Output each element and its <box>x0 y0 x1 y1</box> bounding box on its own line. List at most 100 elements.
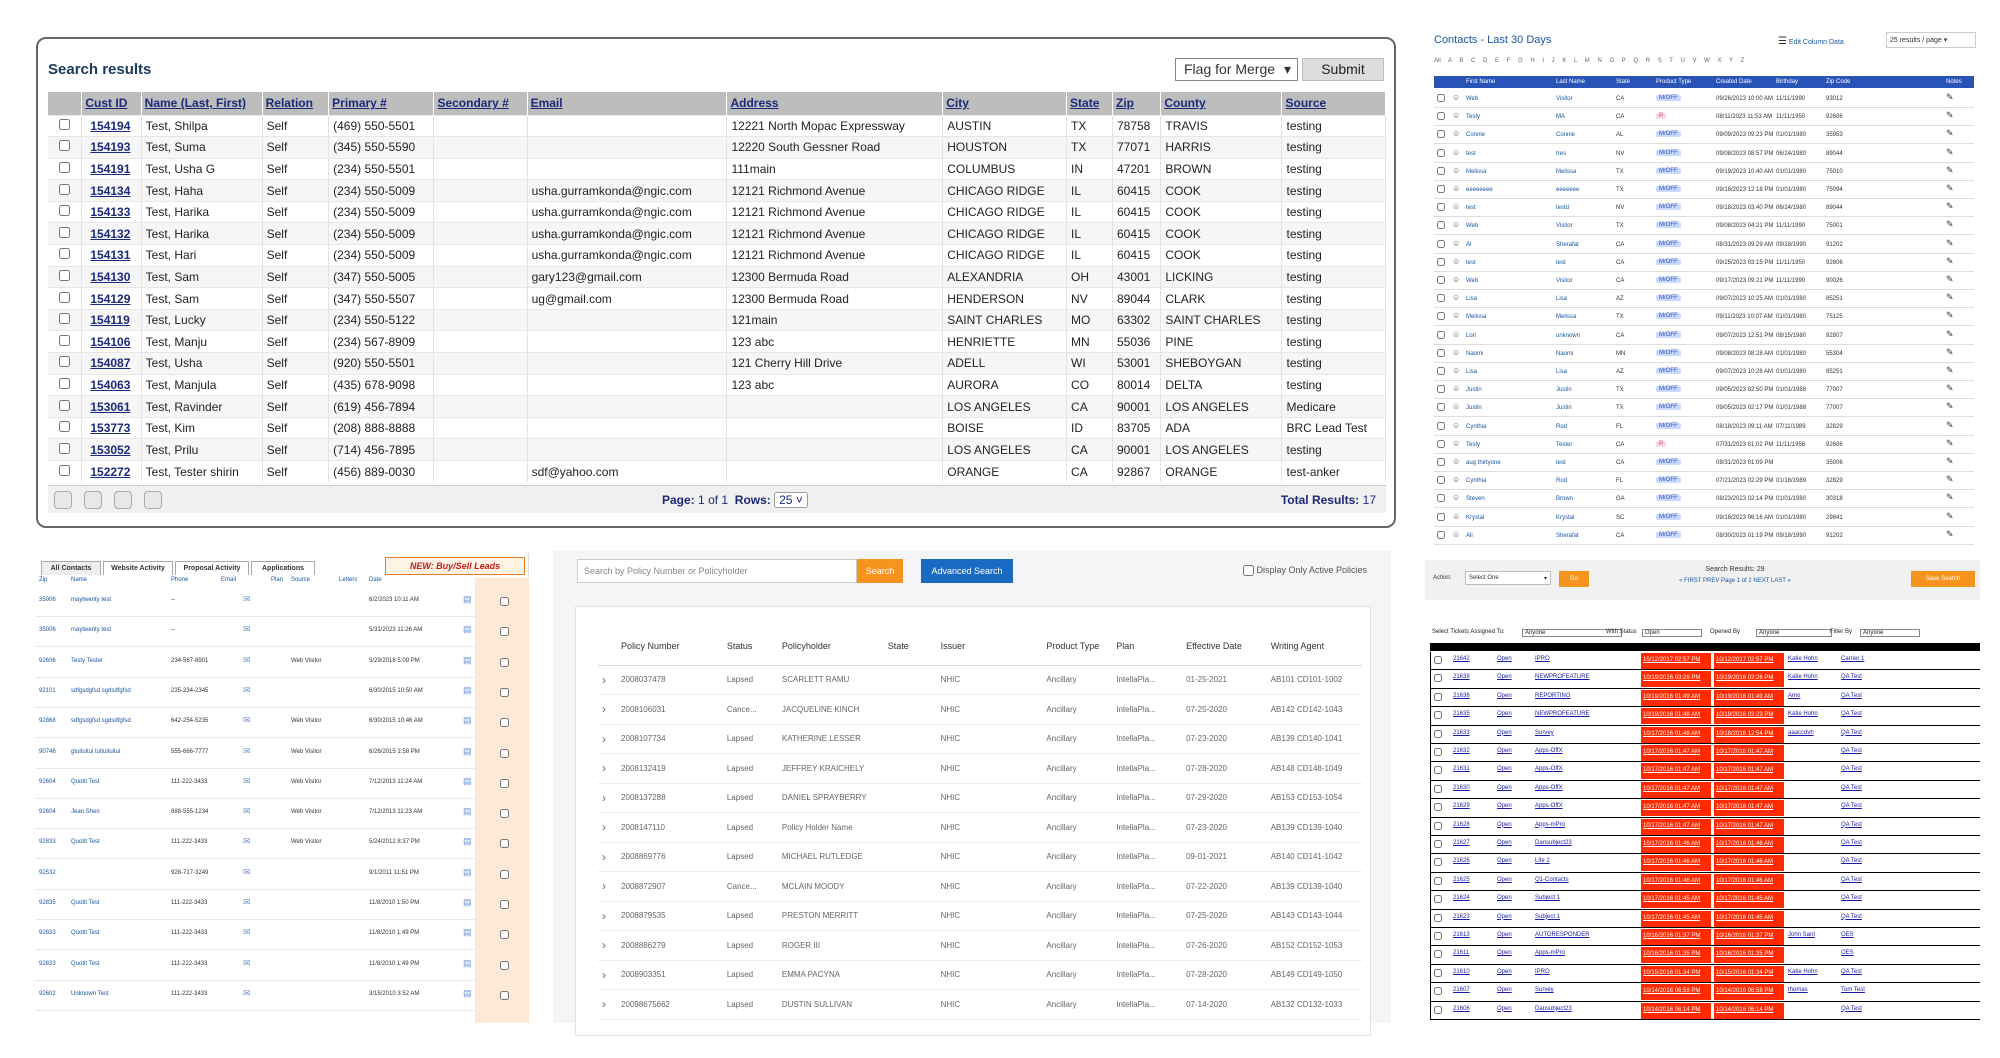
ticket-id-link[interactable]: 21607 <box>1453 987 1470 993</box>
row-checkbox[interactable] <box>59 269 71 281</box>
row-checkbox[interactable] <box>1437 185 1445 193</box>
cust-id-link[interactable]: 153052 <box>81 438 142 461</box>
row-checkbox[interactable] <box>500 869 509 879</box>
policy-column-header[interactable]: Effective Date <box>1182 627 1267 666</box>
document-icon[interactable]: ▤ <box>463 836 472 847</box>
cust-id-link[interactable]: 154134 <box>81 179 142 202</box>
ticket-subject-link[interactable]: Dansubject23 <box>1535 1006 1572 1012</box>
row-checkbox[interactable] <box>1434 656 1442 664</box>
email-icon[interactable]: ✉ <box>243 867 251 878</box>
column-header[interactable]: Primary # <box>328 92 435 115</box>
chevron-right-icon[interactable]: › <box>598 724 618 754</box>
ticket-status-link[interactable]: Open <box>1497 858 1512 864</box>
contact-name-link[interactable]: maytwenty test <box>71 597 111 603</box>
ticket-assignee-link[interactable]: thomas <box>1788 987 1808 993</box>
row-checkbox[interactable] <box>500 687 509 697</box>
row-checkbox[interactable] <box>1437 112 1445 121</box>
row-checkbox[interactable] <box>59 334 71 346</box>
document-icon[interactable]: ▤ <box>463 746 472 757</box>
row-checkbox[interactable] <box>500 778 509 788</box>
cust-id-link[interactable]: 154063 <box>81 373 142 396</box>
ticket-id-link[interactable]: 21633 <box>1453 730 1470 736</box>
first-name-link[interactable]: test <box>1466 260 1476 266</box>
ticket-category-link[interactable]: QA Test <box>1841 711 1862 717</box>
document-icon[interactable]: ▤ <box>463 715 472 726</box>
ticket-id-link[interactable]: 21623 <box>1453 914 1470 920</box>
row-checkbox[interactable] <box>1434 674 1442 683</box>
cust-id-link[interactable]: 154133 <box>81 200 142 223</box>
go-button[interactable]: Go <box>1559 571 1589 587</box>
contact-name-link[interactable]: Testy Tester <box>71 658 103 664</box>
ticket-id-link[interactable]: 21627 <box>1453 840 1470 846</box>
action-select[interactable]: Select One ▾ <box>1465 571 1551 585</box>
row-checkbox[interactable] <box>1437 385 1445 394</box>
policy-column-header[interactable]: Product Type <box>1042 627 1113 666</box>
contact-name-link[interactable]: maytwenty test <box>71 627 111 633</box>
ticket-subject-link[interactable]: Q1-Contacts <box>1535 877 1569 883</box>
cust-id-link[interactable]: 154130 <box>81 265 142 288</box>
ticket-id-link[interactable]: 21611 <box>1453 950 1469 956</box>
flag-select[interactable]: Flag for Merge ▾ <box>1175 58 1298 81</box>
document-icon[interactable]: ▤ <box>463 806 472 817</box>
chevron-right-icon[interactable]: › <box>598 753 618 784</box>
edit-note-icon[interactable]: ✎ <box>1946 492 1954 503</box>
edit-note-icon[interactable]: ✎ <box>1946 529 1954 540</box>
active-only-toggle[interactable]: Display Only Active Policies <box>1243 565 1367 577</box>
column-header[interactable]: County <box>1160 92 1283 115</box>
ticket-status-link[interactable]: Open <box>1497 785 1512 791</box>
email-icon[interactable]: ✉ <box>243 655 251 666</box>
edit-note-icon[interactable]: ✎ <box>1946 420 1954 431</box>
ticket-id-link[interactable]: 21628 <box>1453 822 1470 828</box>
ticket-status-link[interactable]: Open <box>1497 748 1512 754</box>
row-checkbox[interactable] <box>1437 403 1445 412</box>
edit-note-icon[interactable]: ✎ <box>1946 456 1954 467</box>
email-icon[interactable]: ✉ <box>243 897 251 908</box>
chevron-right-icon[interactable]: › <box>598 871 618 902</box>
activity-column-header[interactable]: Date <box>369 577 382 583</box>
edit-note-icon[interactable]: ✎ <box>1946 165 1954 176</box>
edit-note-icon[interactable]: ✎ <box>1946 201 1954 212</box>
edit-note-icon[interactable]: ✎ <box>1946 147 1954 158</box>
row-checkbox[interactable] <box>59 226 71 238</box>
ticket-status-link[interactable]: Open <box>1497 803 1512 809</box>
ticket-id-link[interactable]: 21636 <box>1453 693 1470 699</box>
row-checkbox[interactable] <box>1434 950 1442 959</box>
ticket-assignee-link[interactable]: Katie Hohn <box>1788 711 1818 717</box>
contact-name-link[interactable]: Jean Shen <box>71 809 100 815</box>
cust-id-link[interactable]: 154131 <box>81 244 142 267</box>
row-checkbox[interactable] <box>500 990 509 1000</box>
contacts-column-header[interactable]: Birthday <box>1776 79 1798 85</box>
policy-column-header[interactable]: Policy Number <box>617 627 723 666</box>
row-checkbox[interactable] <box>500 718 509 728</box>
row-checkbox[interactable] <box>1437 276 1445 284</box>
row-checkbox[interactable] <box>59 118 71 130</box>
column-header[interactable]: City <box>942 92 1068 115</box>
document-icon[interactable]: ▤ <box>463 594 472 605</box>
ticket-subject-link[interactable]: Apps-OffX <box>1535 803 1563 809</box>
ticket-category-link[interactable]: Tom Test <box>1841 987 1865 993</box>
row-checkbox[interactable] <box>500 839 509 849</box>
ticket-assignee-link[interactable]: Amo <box>1788 693 1800 699</box>
ticket-category-link[interactable]: QA Test <box>1841 785 1862 791</box>
contact-name-link[interactable]: sdfgsdgfsd sgdsdfgfsd <box>71 718 131 724</box>
first-name-link[interactable]: Web <box>1466 278 1478 284</box>
ticket-category-link[interactable]: QA Test <box>1841 969 1862 975</box>
row-checkbox[interactable] <box>59 464 71 476</box>
ticket-status-link[interactable]: Open <box>1497 969 1512 975</box>
row-checkbox[interactable] <box>1434 913 1442 922</box>
edit-note-icon[interactable]: ✎ <box>1946 219 1954 230</box>
ticket-category-link[interactable]: QA Test <box>1841 840 1862 846</box>
policy-column-header[interactable]: Plan <box>1112 627 1183 666</box>
cust-id-link[interactable]: 154194 <box>81 114 142 137</box>
ticket-id-link[interactable]: 21635 <box>1453 711 1470 717</box>
cust-id-link[interactable]: 154193 <box>81 136 142 159</box>
ticket-id-link[interactable]: 21639 <box>1453 674 1470 680</box>
ticket-id-link[interactable]: 21632 <box>1453 748 1470 754</box>
row-checkbox[interactable] <box>1437 148 1445 157</box>
first-name-link[interactable]: Justin <box>1466 405 1482 411</box>
first-name-link[interactable]: eeeeeeee <box>1466 187 1493 193</box>
first-name-link[interactable]: Testy <box>1466 442 1480 448</box>
email-icon[interactable]: ✉ <box>243 927 251 938</box>
first-name-link[interactable]: Lisa <box>1466 369 1477 375</box>
activity-column-header[interactable]: Phone <box>171 577 188 583</box>
